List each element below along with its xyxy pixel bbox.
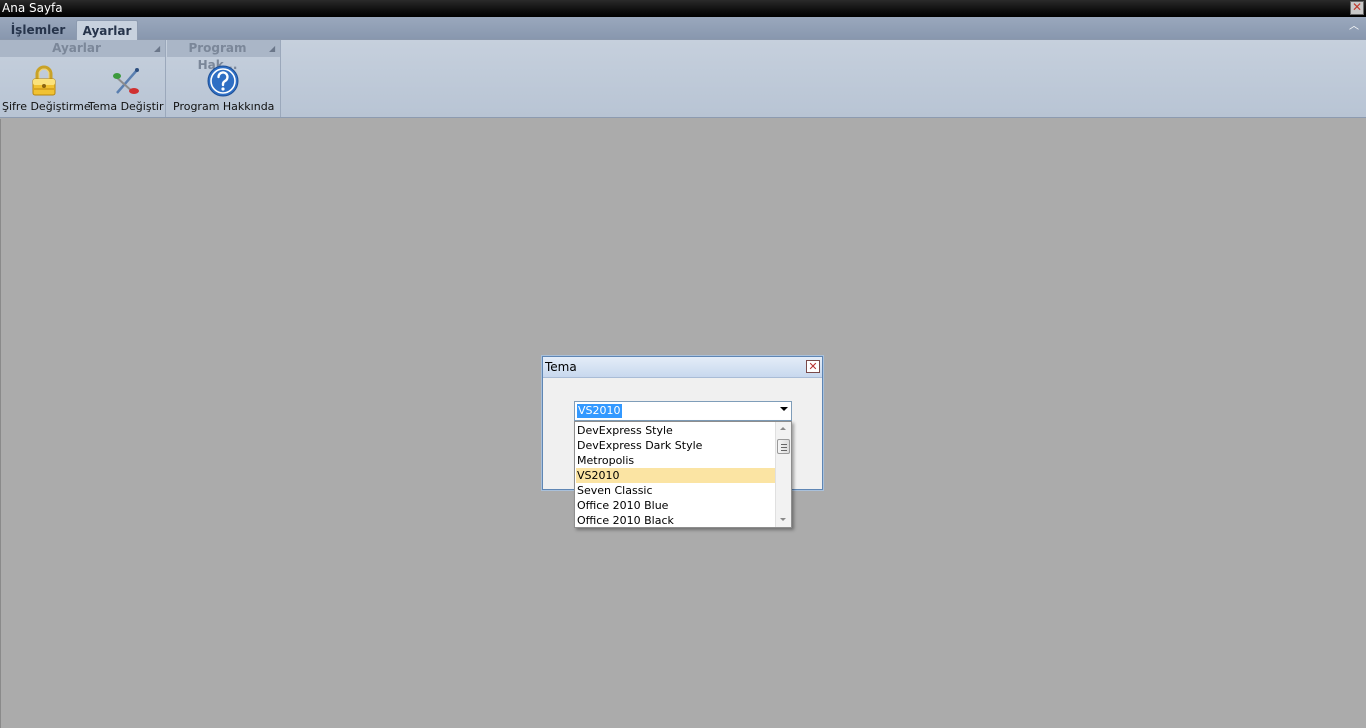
ribbon-group-title: Ayarlar — [0, 40, 165, 57]
lock-icon — [32, 65, 56, 96]
theme-dropdown-list: DevExpress Style DevExpress Dark Style M… — [574, 421, 792, 528]
theme-combobox[interactable]: VS2010 — [574, 401, 792, 421]
scroll-up-icon[interactable] — [780, 427, 786, 430]
list-item[interactable]: Metropolis — [576, 453, 775, 468]
scroll-down-icon[interactable] — [780, 518, 786, 521]
ribbon-group-program: Program Hak... ◢ Program Hakkında — [167, 40, 281, 117]
dialog-title-bar: Tema ✕ — [543, 357, 822, 378]
group-expand-icon[interactable]: ◢ — [269, 44, 277, 54]
list-item[interactable]: DevExpress Style — [576, 423, 775, 438]
window-close-button[interactable]: ✕ — [1350, 1, 1364, 15]
ribbon-group-title: Program Hak... — [167, 40, 280, 72]
theme-combobox-value[interactable]: VS2010 — [577, 404, 622, 418]
tab-islemler[interactable]: İşlemler — [2, 20, 74, 40]
about-program-label: Program Hakkında — [173, 100, 275, 113]
list-item[interactable]: Office 2010 Blue — [576, 498, 775, 513]
list-item[interactable]: DevExpress Dark Style — [576, 438, 775, 453]
change-password-button[interactable]: Şifre Değiştirme — [2, 60, 91, 116]
dialog-close-button[interactable]: ✕ — [806, 360, 820, 373]
group-expand-icon[interactable]: ◢ — [154, 44, 162, 54]
list-item-selected[interactable]: VS2010 — [576, 468, 775, 483]
dialog-title: Tema — [545, 360, 577, 374]
about-program-button[interactable]: Program Hakkında — [173, 60, 275, 116]
window-title: Ana Sayfa — [2, 1, 63, 15]
change-theme-button[interactable]: Tema Değiştir — [88, 60, 164, 116]
change-password-label: Şifre Değiştirme — [2, 100, 91, 113]
ribbon-collapse-button[interactable]: ︿ — [1348, 20, 1360, 34]
ribbon-group-ayarlar: Ayarlar ◢ Şifre Değiştirme Tema Değiştir — [0, 40, 166, 117]
list-item[interactable]: Office 2010 Black — [576, 513, 775, 528]
window-title-bar: Ana Sayfa ✕ — [0, 0, 1366, 17]
ribbon-panel: Ayarlar ◢ Şifre Değiştirme Tema Değiştir — [0, 40, 1366, 118]
scrollbar-thumb[interactable] — [777, 439, 790, 454]
chevron-down-icon[interactable] — [780, 407, 788, 411]
paint-brush-icon — [113, 68, 139, 94]
list-item[interactable]: Seven Classic — [576, 483, 775, 498]
tab-ayarlar[interactable]: Ayarlar — [76, 20, 138, 40]
help-icon — [207, 65, 239, 97]
change-theme-label: Tema Değiştir — [88, 100, 164, 113]
ribbon-tab-bar: İşlemler Ayarlar ︿ — [0, 17, 1366, 40]
dropdown-scrollbar[interactable] — [775, 422, 791, 527]
